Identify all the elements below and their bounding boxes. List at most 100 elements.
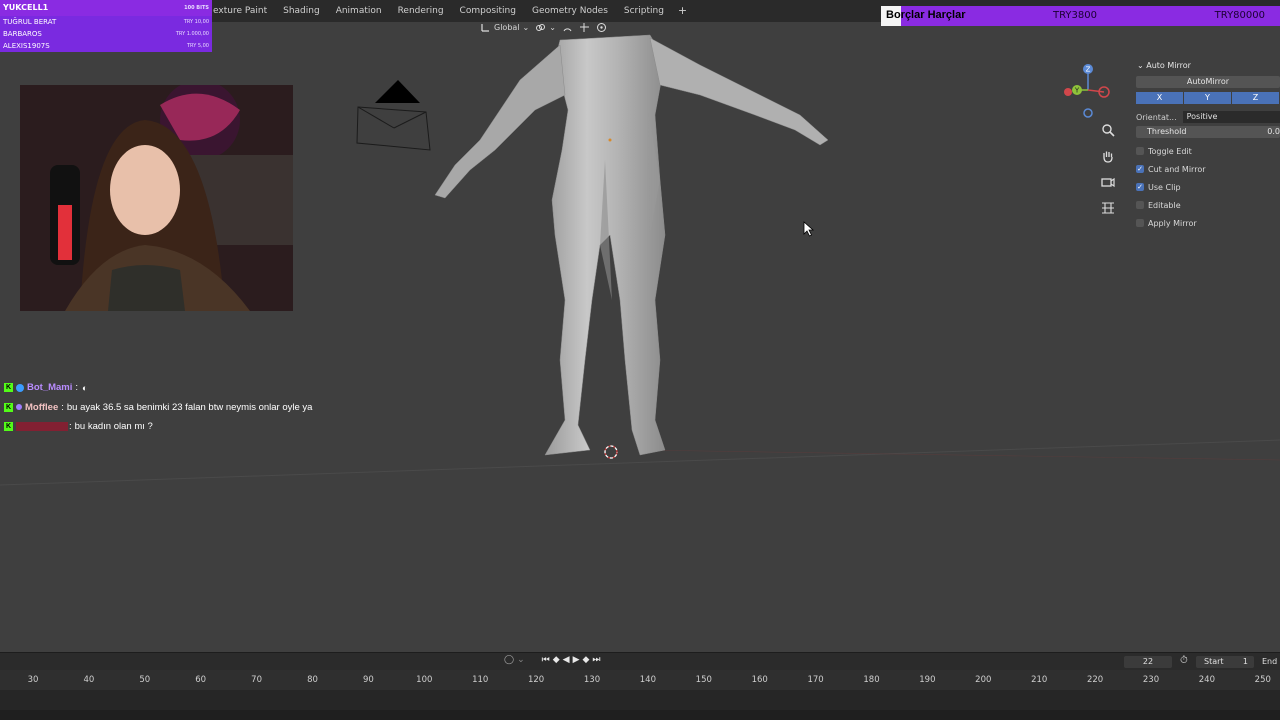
ruler-tick-label: 250 bbox=[1254, 675, 1271, 685]
donor-name: BARBAROS bbox=[3, 30, 42, 38]
threshold-label: Threshold bbox=[1147, 127, 1187, 136]
zoom-icon[interactable] bbox=[1100, 122, 1116, 138]
toggle-edit-checkbox[interactable]: Toggle Edit bbox=[1136, 142, 1280, 160]
ruler-tick-label: 230 bbox=[1142, 675, 1160, 685]
ruler-tick-label: 170 bbox=[807, 675, 824, 685]
ruler-tick-label: 40 bbox=[83, 675, 95, 685]
ruler-tick-label: 100 bbox=[416, 675, 433, 685]
orientation-select[interactable]: Positive bbox=[1182, 111, 1280, 123]
chevron-down-icon: ⌄ bbox=[522, 22, 530, 32]
ruler-tick-label: 140 bbox=[639, 675, 657, 685]
playback-controls: ◯ ⌄ ⏮ ◆ ◀ ▶ ◆ ⏭ bbox=[504, 655, 601, 665]
donor-name: YUKCELL1 bbox=[3, 3, 49, 12]
chat-message: K Mofflee : bu ayak 36.5 sa benimki 23 f… bbox=[4, 398, 312, 418]
chevron-down-icon: ⌄ bbox=[549, 22, 556, 32]
camera-view-icon[interactable] bbox=[1100, 174, 1116, 190]
hand-pan-icon[interactable] bbox=[1100, 148, 1116, 164]
tab-texture-paint[interactable]: exture Paint bbox=[205, 0, 275, 22]
donation-amount: TRY 5,00 bbox=[187, 43, 209, 49]
jump-start-icon[interactable]: ⏮ bbox=[542, 655, 550, 665]
axis-toggle-group: X Y Z bbox=[1136, 92, 1280, 104]
timeline-ruler[interactable]: 30 40 50 60 70 80 90 100 110 120 130 140 150 160 170 18… bbox=[0, 670, 1280, 690]
ruler-tick-label: 220 bbox=[1086, 675, 1104, 685]
transform-orientation-dropdown[interactable]: Global ⌄ bbox=[480, 22, 529, 33]
checkbox-icon bbox=[1136, 201, 1144, 209]
axis-x-toggle[interactable]: X bbox=[1136, 92, 1184, 104]
next-keyframe-icon[interactable]: ◆ bbox=[583, 655, 590, 665]
viewport-nav-tools bbox=[1100, 122, 1118, 226]
ruler-tick-label: 200 bbox=[975, 675, 992, 685]
donation-goal-bar: Borçlar Harçlar TRY3800 TRY80000 bbox=[881, 6, 1280, 26]
panel-header[interactable]: ⌄ Auto Mirror bbox=[1131, 56, 1280, 76]
ruler-tick-label: 50 bbox=[139, 675, 151, 685]
end-frame-field[interactable]: End bbox=[1262, 656, 1277, 668]
checkbox-label: Cut and Mirror bbox=[1148, 164, 1206, 174]
orientation-field-label: Orientat... bbox=[1136, 112, 1177, 122]
proportional-edit-icon[interactable] bbox=[596, 22, 607, 33]
jump-end-icon[interactable]: ⏭ bbox=[592, 655, 600, 665]
tab-rendering[interactable]: Rendering bbox=[390, 0, 452, 22]
tab-shading[interactable]: Shading bbox=[275, 0, 328, 22]
stopwatch-icon[interactable]: ⏱ bbox=[1180, 655, 1188, 666]
editable-checkbox[interactable]: Editable bbox=[1136, 196, 1280, 214]
checkbox-label: Apply Mirror bbox=[1148, 218, 1197, 228]
automirror-button[interactable]: AutoMirror bbox=[1136, 76, 1280, 88]
ruler-tick-label: 120 bbox=[527, 675, 545, 685]
tab-animation[interactable]: Animation bbox=[328, 0, 390, 22]
donor-name: TUĞRUL BERAT bbox=[3, 18, 57, 26]
start-value: 1 bbox=[1242, 657, 1248, 666]
checkbox-label: Toggle Edit bbox=[1148, 146, 1192, 156]
axis-y-toggle[interactable]: Y bbox=[1184, 92, 1232, 104]
start-label: Start bbox=[1204, 657, 1224, 666]
donation-row: TUĞRUL BERAT TRY 10,00 bbox=[0, 16, 212, 28]
ruler-tick-label: 30 bbox=[27, 675, 39, 685]
keyframe-record-icon[interactable]: ◯ bbox=[504, 655, 514, 665]
y-axis-label: Y bbox=[1074, 87, 1080, 95]
blender-window: exture Paint Shading Animation Rendering… bbox=[0, 0, 1280, 720]
apply-mirror-checkbox[interactable]: Apply Mirror bbox=[1136, 214, 1280, 232]
navigation-gizmo[interactable]: Z Y bbox=[1060, 60, 1120, 120]
current-frame-field[interactable]: 22 bbox=[1124, 656, 1172, 668]
add-workspace-button[interactable]: + bbox=[672, 0, 693, 22]
neg-z-handle[interactable] bbox=[1083, 108, 1093, 118]
chat-text: bu ayak 36.5 sa benimki 23 falan btw ney… bbox=[66, 401, 313, 413]
orientation-icon bbox=[481, 23, 489, 32]
status-bar bbox=[0, 710, 1280, 720]
orientation-label: Global bbox=[494, 22, 520, 32]
play-reverse-icon[interactable]: ◀ bbox=[563, 655, 570, 665]
snap-target-icon[interactable] bbox=[579, 22, 590, 33]
timeline-track[interactable] bbox=[0, 690, 1280, 710]
ruler-tick-label: 210 bbox=[1031, 675, 1048, 685]
grid-view-icon[interactable] bbox=[1100, 200, 1116, 216]
webcam-feed bbox=[20, 85, 293, 311]
checkmark-icon: ✓ bbox=[1136, 165, 1144, 173]
kick-badge-icon: K bbox=[4, 383, 13, 393]
donation-amount: TRY 10,00 bbox=[183, 19, 209, 25]
chat-message: K : bu kadın olan mı ? bbox=[4, 417, 312, 437]
donation-row: BARBAROS TRY 1.000,00 bbox=[0, 28, 212, 40]
axis-z-toggle[interactable]: Z bbox=[1232, 92, 1280, 104]
snap-icon[interactable] bbox=[562, 22, 573, 33]
threshold-slider[interactable]: Threshold 0.0 bbox=[1136, 126, 1280, 138]
ruler-tick-label: 180 bbox=[863, 675, 880, 685]
neg-x-handle[interactable] bbox=[1064, 88, 1072, 96]
pivot-dropdown[interactable]: ⌄ bbox=[535, 22, 556, 33]
chat-separator: : bbox=[61, 401, 64, 413]
chat-text: bu kadın olan mı ? bbox=[74, 421, 153, 433]
use-clip-checkbox[interactable]: ✓ Use Clip bbox=[1136, 178, 1280, 196]
z-axis-label: Z bbox=[1086, 66, 1091, 74]
kick-badge-icon: K bbox=[4, 422, 13, 432]
start-frame-field[interactable]: Start 1 bbox=[1196, 656, 1254, 668]
chevron-down-icon: ⌄ bbox=[517, 655, 525, 665]
play-icon[interactable]: ▶ bbox=[573, 655, 580, 665]
chat-username-redacted bbox=[16, 422, 68, 432]
chat-separator: : bbox=[69, 421, 72, 433]
chat-separator: : bbox=[75, 382, 79, 394]
donor-name: ALEXIS1907S bbox=[3, 42, 50, 50]
cut-and-mirror-checkbox[interactable]: ✓ Cut and Mirror bbox=[1136, 160, 1280, 178]
prev-keyframe-icon[interactable]: ◆ bbox=[553, 655, 560, 665]
ruler-tick-label: 70 bbox=[251, 675, 263, 685]
goal-target: TRY80000 bbox=[1214, 10, 1265, 21]
tab-scripting[interactable]: Scripting bbox=[616, 0, 672, 22]
subscriber-badge-icon bbox=[16, 404, 22, 411]
